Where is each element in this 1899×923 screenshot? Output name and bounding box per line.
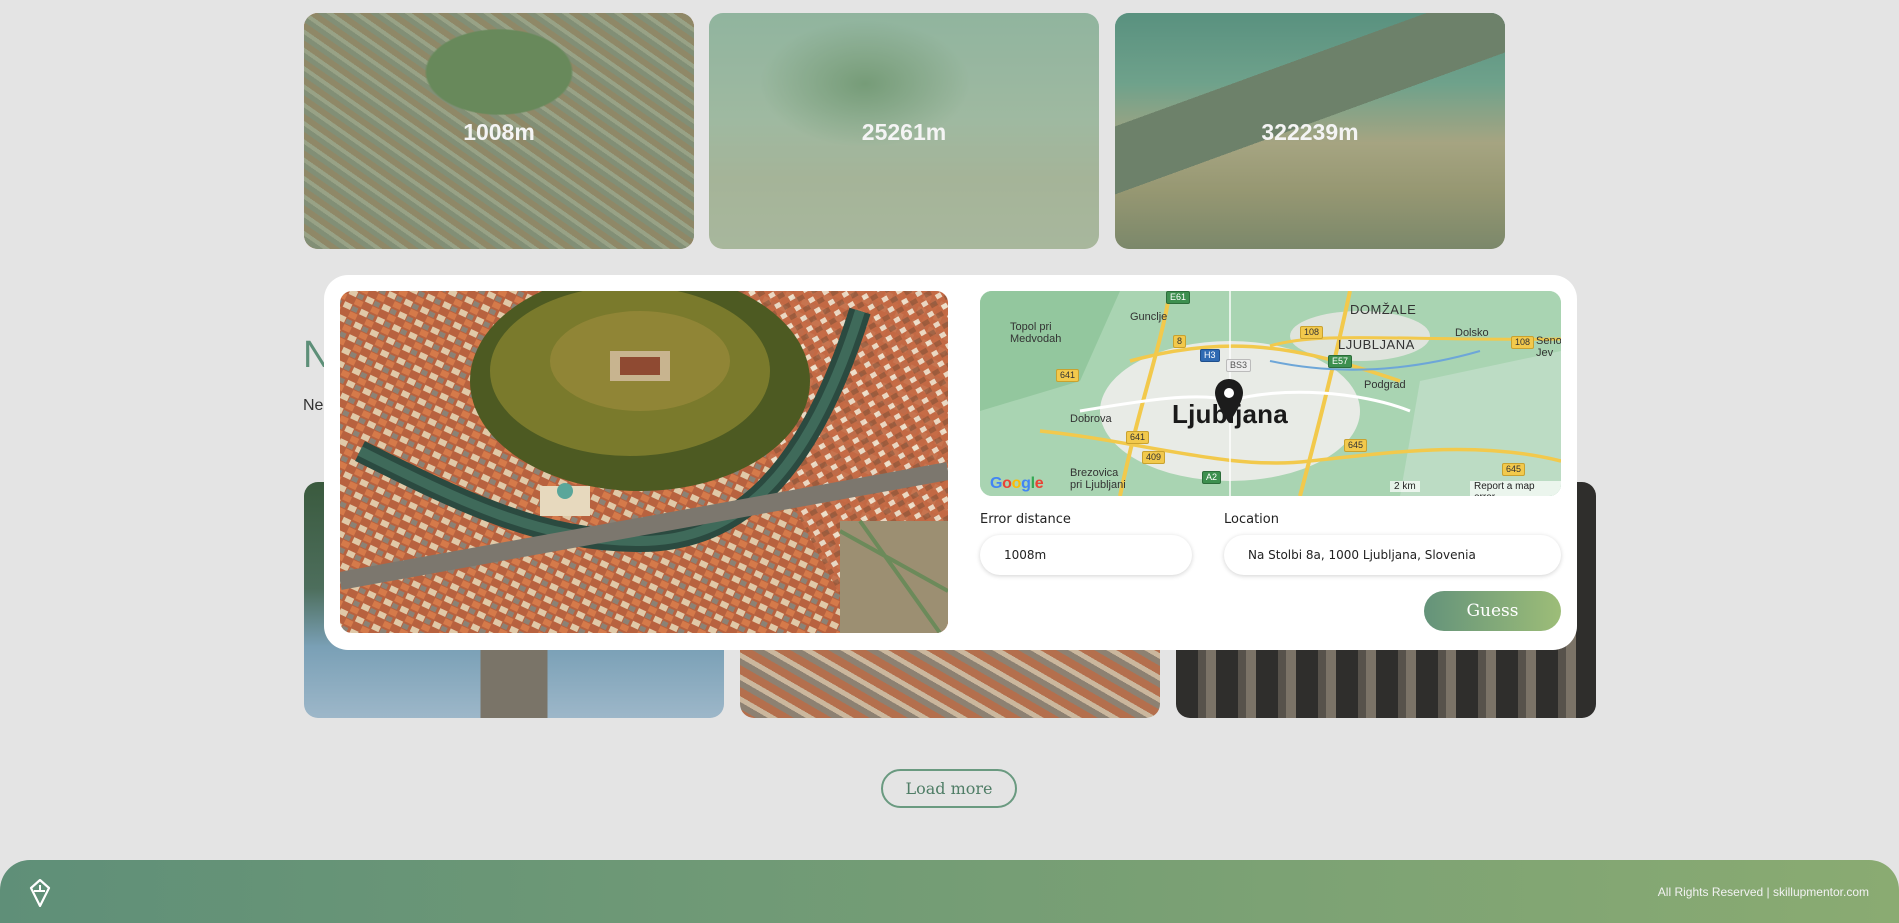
gallery-distance: 322239m: [1261, 119, 1359, 145]
map-place: Brezovica pri Ljubljani: [1070, 467, 1126, 491]
location-photo: [340, 291, 948, 633]
gallery-distance: 25261m: [861, 119, 947, 145]
error-distance-label: Error distance: [980, 512, 1071, 527]
aerial-city-photo: [340, 291, 948, 633]
road-shield: 409: [1142, 451, 1166, 464]
map-place: Topol pri Medvodah: [1010, 321, 1062, 345]
error-distance-field[interactable]: 1008m: [980, 535, 1192, 575]
road-shield: E57: [1328, 355, 1353, 368]
brand-logo-icon[interactable]: [29, 879, 51, 907]
google-logo: Google: [990, 475, 1044, 492]
location-field[interactable]: Na Stolbi 8a, 1000 Ljubljana, Slovenia: [1224, 535, 1561, 575]
map-place: LJUBLJANA: [1338, 337, 1415, 352]
footer: All Rights Reserved | skillupmentor.com: [0, 860, 1899, 923]
location-pin-icon[interactable]: [1215, 379, 1243, 423]
footer-copyright: All Rights Reserved | skillupmentor.com: [1657, 885, 1869, 899]
road-shield: 645: [1344, 439, 1368, 452]
map-place: Podgrad: [1364, 379, 1406, 391]
road-shield: 641: [1056, 369, 1080, 382]
location-label: Location: [1224, 512, 1279, 527]
gallery-card-2[interactable]: 25261m: [709, 13, 1099, 249]
guess-map[interactable]: Guncljе Topol pri Medvodah DOMŽALE LJUBL…: [980, 291, 1561, 496]
guess-modal: Guncljе Topol pri Medvodah DOMŽALE LJUBL…: [324, 275, 1577, 650]
road-shield: 645: [1502, 463, 1526, 476]
gallery-distance: 1008m: [463, 119, 535, 145]
road-shield: 108: [1300, 326, 1324, 339]
gallery-card-1[interactable]: 1008m: [304, 13, 694, 249]
road-shield: 8: [1173, 335, 1187, 348]
road-shield: BS3: [1226, 359, 1252, 372]
load-more-button[interactable]: Load more: [881, 769, 1017, 808]
map-place: Dobrova: [1070, 413, 1112, 425]
road-shield: E61: [1166, 291, 1191, 304]
road-shield: A2: [1202, 471, 1222, 484]
map-place: Guncljе: [1130, 311, 1168, 323]
section-subtitle: Ne: [303, 397, 324, 414]
map-place: Seno Jev: [1536, 335, 1561, 359]
road-shield: 641: [1126, 431, 1150, 444]
gallery-card-3[interactable]: 322239m: [1115, 13, 1505, 249]
report-map-error-link[interactable]: Report a map error: [1470, 481, 1561, 496]
map-place: DOMŽALE: [1350, 302, 1417, 317]
map-place: Dolsko: [1455, 327, 1489, 339]
map-scale: 2 km: [1390, 481, 1420, 492]
guess-button[interactable]: Guess: [1424, 591, 1561, 631]
road-shield: H3: [1200, 349, 1220, 362]
road-shield: 108: [1511, 336, 1535, 349]
